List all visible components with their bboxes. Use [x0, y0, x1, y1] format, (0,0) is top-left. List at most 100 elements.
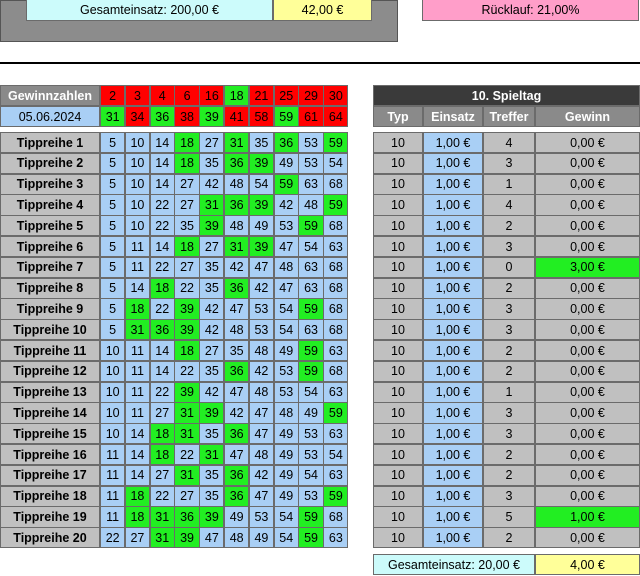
row-hits: 4	[483, 194, 535, 216]
tip-number: 63	[323, 381, 349, 403]
row-stake: 1,00 €	[423, 485, 483, 507]
tip-number: 10	[124, 173, 151, 195]
row-type: 10	[373, 298, 423, 320]
tip-number: 18	[124, 485, 151, 507]
row-hits: 3	[483, 402, 535, 424]
tip-number: 68	[323, 277, 349, 299]
row-type: 10	[373, 527, 423, 549]
tip-number: 10	[100, 423, 126, 445]
tip-number: 5	[100, 236, 126, 258]
draw-date: 05.06.2024	[0, 106, 100, 127]
winning-number: 2	[100, 85, 126, 106]
row-win: 0,00 €	[535, 423, 640, 445]
row-stake: 1,00 €	[423, 464, 483, 487]
tip-number: 35	[199, 360, 225, 383]
tip-number: 35	[174, 215, 200, 237]
tip-number: 39	[248, 236, 275, 258]
row-win: 0,00 €	[535, 277, 640, 299]
tip-number: 53	[298, 485, 324, 507]
tip-number: 27	[174, 485, 200, 507]
tip-number: 54	[298, 464, 324, 487]
tip-row-label: Tippreihe 15	[0, 423, 100, 445]
tip-number: 31	[124, 319, 151, 341]
tip-row-label: Tippreihe 6	[0, 236, 100, 258]
tip-number: 53	[298, 152, 324, 175]
tip-number: 49	[273, 152, 299, 175]
tip-number: 39	[248, 152, 275, 175]
tip-number: 11	[124, 256, 151, 279]
tip-number: 59	[298, 298, 324, 320]
row-stake: 1,00 €	[423, 236, 483, 258]
row-stake: 1,00 €	[423, 132, 483, 154]
tip-number: 59	[323, 132, 349, 154]
tip-number: 68	[323, 319, 349, 341]
row-type: 10	[373, 173, 423, 195]
tip-number: 36	[224, 152, 250, 175]
tip-number: 11	[100, 464, 126, 487]
tip-number: 54	[323, 152, 349, 175]
winning-numbers-label: Gewinnzahlen	[0, 85, 100, 106]
winning-number: 39	[199, 106, 225, 127]
row-stake: 1,00 €	[423, 215, 483, 237]
tip-number: 35	[199, 485, 225, 507]
tip-number: 48	[224, 319, 250, 341]
tip-number: 53	[298, 423, 324, 445]
row-win: 0,00 €	[535, 360, 640, 383]
tip-number: 63	[298, 173, 324, 195]
row-stake: 1,00 €	[423, 173, 483, 195]
row-type: 10	[373, 319, 423, 341]
tip-number: 18	[174, 152, 200, 175]
tip-number: 53	[248, 319, 275, 341]
row-win: 0,00 €	[535, 319, 640, 341]
winning-number: 36	[149, 106, 175, 127]
tip-number: 48	[248, 444, 275, 466]
row-stake: 1,00 €	[423, 256, 483, 279]
tip-row-label: Tippreihe 10	[0, 319, 100, 341]
tip-number: 14	[124, 444, 151, 466]
row-type: 10	[373, 152, 423, 175]
tip-row-label: Tippreihe 8	[0, 277, 100, 299]
tip-number: 10	[100, 360, 126, 383]
tip-number: 36	[224, 194, 250, 216]
tip-number: 39	[174, 319, 200, 341]
row-type: 10	[373, 256, 423, 279]
tip-number: 5	[100, 215, 126, 237]
winning-number: 38	[174, 106, 200, 127]
row-win: 0,00 €	[535, 236, 640, 258]
tip-number: 14	[149, 236, 175, 258]
row-hits: 2	[483, 215, 535, 237]
tip-number: 10	[124, 132, 151, 154]
tip-number: 53	[298, 132, 324, 154]
tip-row-label: Tippreihe 1	[0, 132, 100, 154]
tip-number: 10	[100, 381, 126, 403]
tip-number: 35	[199, 277, 225, 299]
tip-number: 53	[273, 215, 299, 237]
tip-number: 27	[199, 340, 225, 362]
tip-number: 31	[199, 194, 225, 216]
tip-number: 35	[199, 464, 225, 487]
tip-number: 22	[149, 215, 175, 237]
tip-number: 49	[273, 464, 299, 487]
row-type: 10	[373, 194, 423, 216]
tip-number: 22	[149, 381, 175, 403]
column-header: Einsatz	[423, 106, 483, 127]
row-stake: 1,00 €	[423, 506, 483, 528]
tip-number: 63	[298, 277, 324, 299]
tip-number: 11	[100, 506, 126, 528]
tip-row-label: Tippreihe 2	[0, 152, 100, 175]
winning-number: 29	[298, 85, 324, 106]
row-win: 0,00 €	[535, 444, 640, 466]
tip-number: 39	[174, 381, 200, 403]
tip-number: 59	[298, 215, 324, 237]
tip-number: 31	[224, 132, 250, 154]
tip-number: 31	[224, 236, 250, 258]
tip-row-label: Tippreihe 13	[0, 381, 100, 403]
tip-number: 49	[273, 485, 299, 507]
tip-number: 39	[174, 527, 200, 549]
tip-row-label: Tippreihe 5	[0, 215, 100, 237]
tip-number: 14	[149, 340, 175, 362]
tip-number: 47	[248, 256, 275, 279]
tip-number: 63	[323, 464, 349, 487]
tip-number: 5	[100, 173, 126, 195]
column-header: Treffer	[483, 106, 535, 127]
